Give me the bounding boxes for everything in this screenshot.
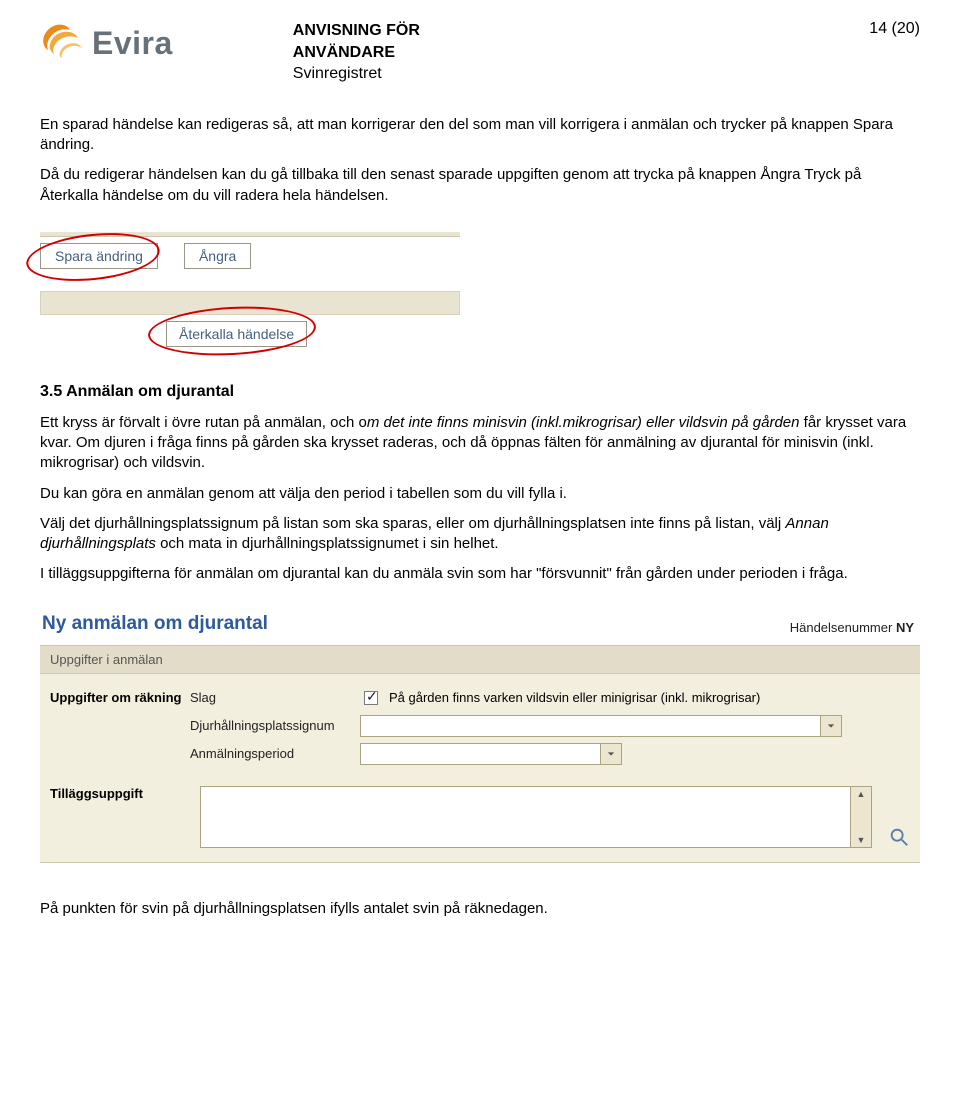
logo: Evira [40,20,173,66]
logo-icon [40,20,86,66]
screenshot-recall: Återkalla händelse [40,291,460,347]
additional-info-label: Tilläggsuppgift [50,786,190,801]
field-label: Djurhållningsplatssignum [190,718,360,733]
chevron-down-icon [600,743,622,765]
screenshot-save-undo: Spara ändring Ångra [40,232,460,269]
animal-count-form: Ny anmälan om djurantal Händelsenummer N… [40,605,920,863]
paragraph: Välj det djurhållningsplatssignum på lis… [40,514,920,555]
page-header: Evira ANVISNING FÖR ANVÄNDARE Svinregist… [40,20,920,85]
chevron-down-icon [820,715,842,737]
paragraph: I tilläggsuppgifterna för anmälan om dju… [40,564,920,584]
holding-place-select[interactable] [360,715,842,737]
field-label: Anmälningsperiod [190,746,360,761]
paragraph: Du kan göra en anmälan genom att välja d… [40,484,920,504]
toolbar-divider [40,232,460,237]
form-body: Uppgifter om räkning Slag På gården finn… [40,674,920,863]
paragraph: På punkten för svin på djurhållningsplat… [40,899,920,919]
event-number: Händelsenummer NY [790,620,914,635]
toolbar-bg [40,291,460,315]
additional-info-textarea[interactable]: ▲ ▼ [200,786,872,848]
logo-text: Evira [92,25,173,62]
paragraph: Ett kryss är förvalt i övre rutan på anm… [40,413,920,474]
doc-heading: ANVISNING FÖR ANVÄNDARE Svinregistret [293,20,420,85]
recall-event-button[interactable]: Återkalla händelse [166,321,307,347]
group-label: Uppgifter om räkning [50,690,190,705]
section-heading: 3.5 Anmälan om djurantal [40,383,920,401]
search-icon[interactable] [888,826,910,848]
textarea-scrollbar[interactable]: ▲ ▼ [850,786,872,848]
save-change-button[interactable]: Spara ändring [40,243,158,269]
period-select[interactable] [360,743,622,765]
chevron-down-icon: ▼ [851,835,871,845]
form-section-bar: Uppgifter i anmälan [40,645,920,674]
checkbox-label: På gården finns varken vildsvin eller mi… [389,690,760,705]
undo-button[interactable]: Ångra [184,243,251,269]
chevron-up-icon: ▲ [851,789,871,799]
no-wildboar-checkbox[interactable] [364,691,378,705]
page-number: 14 (20) [869,20,920,38]
paragraph: Då du redigerar händelsen kan du gå till… [40,165,920,206]
paragraph: En sparad händelse kan redigeras så, att… [40,115,920,156]
form-title: Ny anmälan om djurantal [42,613,268,635]
field-label: Slag [190,690,360,705]
